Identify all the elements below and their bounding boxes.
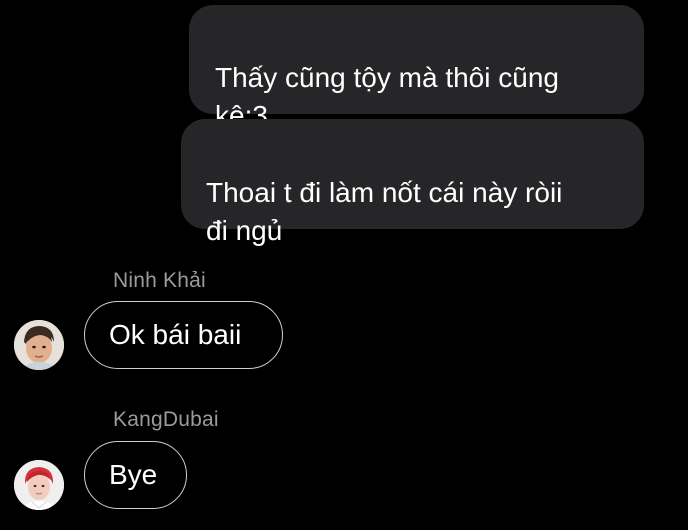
outgoing-message-bubble[interactable]: Thấy cũng tộy mà thôi cũng kệ:3 (189, 5, 644, 131)
incoming-message-bubble[interactable]: Ok bái baii (84, 301, 283, 369)
boy-avatar[interactable] (14, 320, 64, 370)
sender-name: Ninh Khải (113, 269, 206, 292)
incoming-message-bubble[interactable]: Bye (84, 441, 187, 509)
message-text: Ok bái baii (109, 319, 242, 350)
message-text: Thoai t đi làm nốt cái này ròii đi ngủ (206, 177, 563, 246)
sender-name: KangDubai (113, 408, 219, 431)
red-hair-avatar[interactable] (14, 460, 64, 510)
chat-thread: Thấy cũng tộy mà thôi cũng kệ:3 Thoai t … (0, 0, 688, 530)
message-text: Bye (109, 459, 158, 490)
outgoing-message-bubble[interactable]: Thoai t đi làm nốt cái này ròii đi ngủ (181, 119, 644, 246)
